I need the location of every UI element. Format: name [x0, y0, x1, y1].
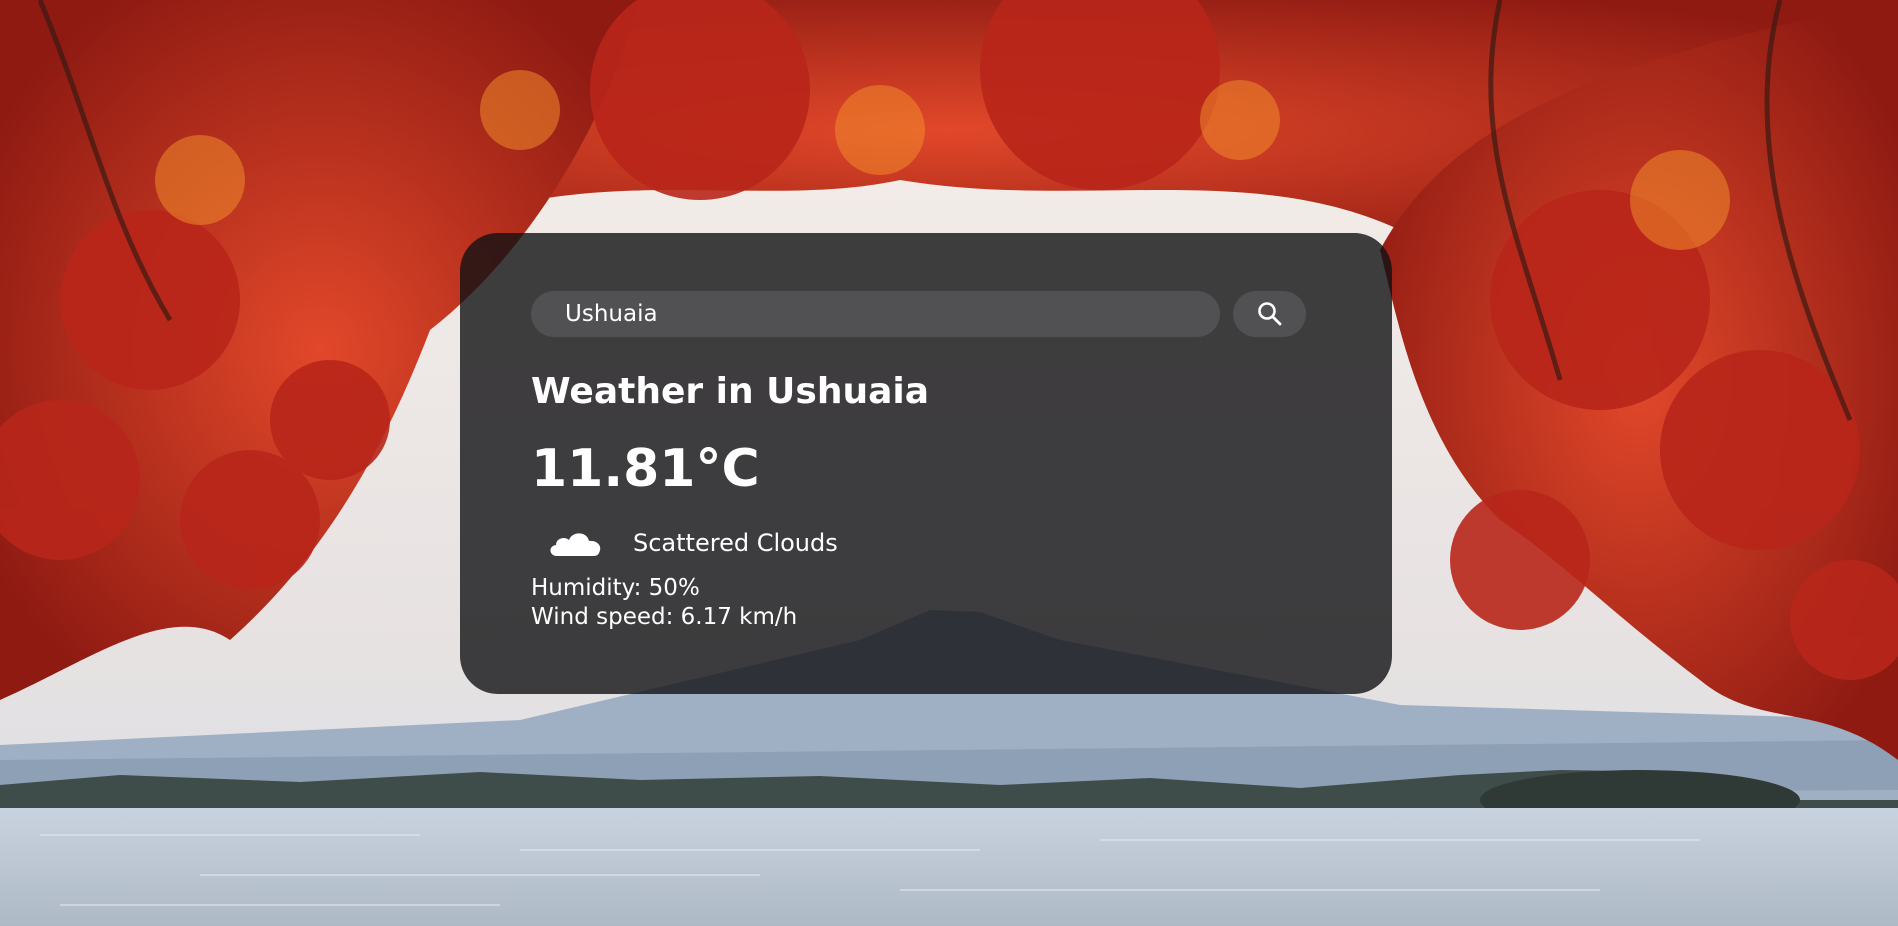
search-input[interactable] [531, 291, 1220, 337]
wind-speed: Wind speed: 6.17 km/h [531, 604, 798, 630]
city-title: Weather in Ushuaia [531, 371, 930, 412]
weather-description-row: Scattered Clouds [531, 518, 1320, 568]
search-bar [531, 291, 1320, 337]
temperature: 11.81°C [531, 439, 760, 499]
search-button[interactable] [1233, 291, 1306, 337]
cloud-icon [539, 518, 613, 568]
search-icon [1257, 302, 1281, 326]
weather-card: Weather in Ushuaia 11.81°C Scattered Clo… [460, 233, 1392, 694]
humidity: Humidity: 50% [531, 575, 700, 601]
weather-description: Scattered Clouds [633, 529, 838, 557]
weather-details: Humidity: 50% Wind speed: 6.17 km/h [531, 574, 1320, 632]
